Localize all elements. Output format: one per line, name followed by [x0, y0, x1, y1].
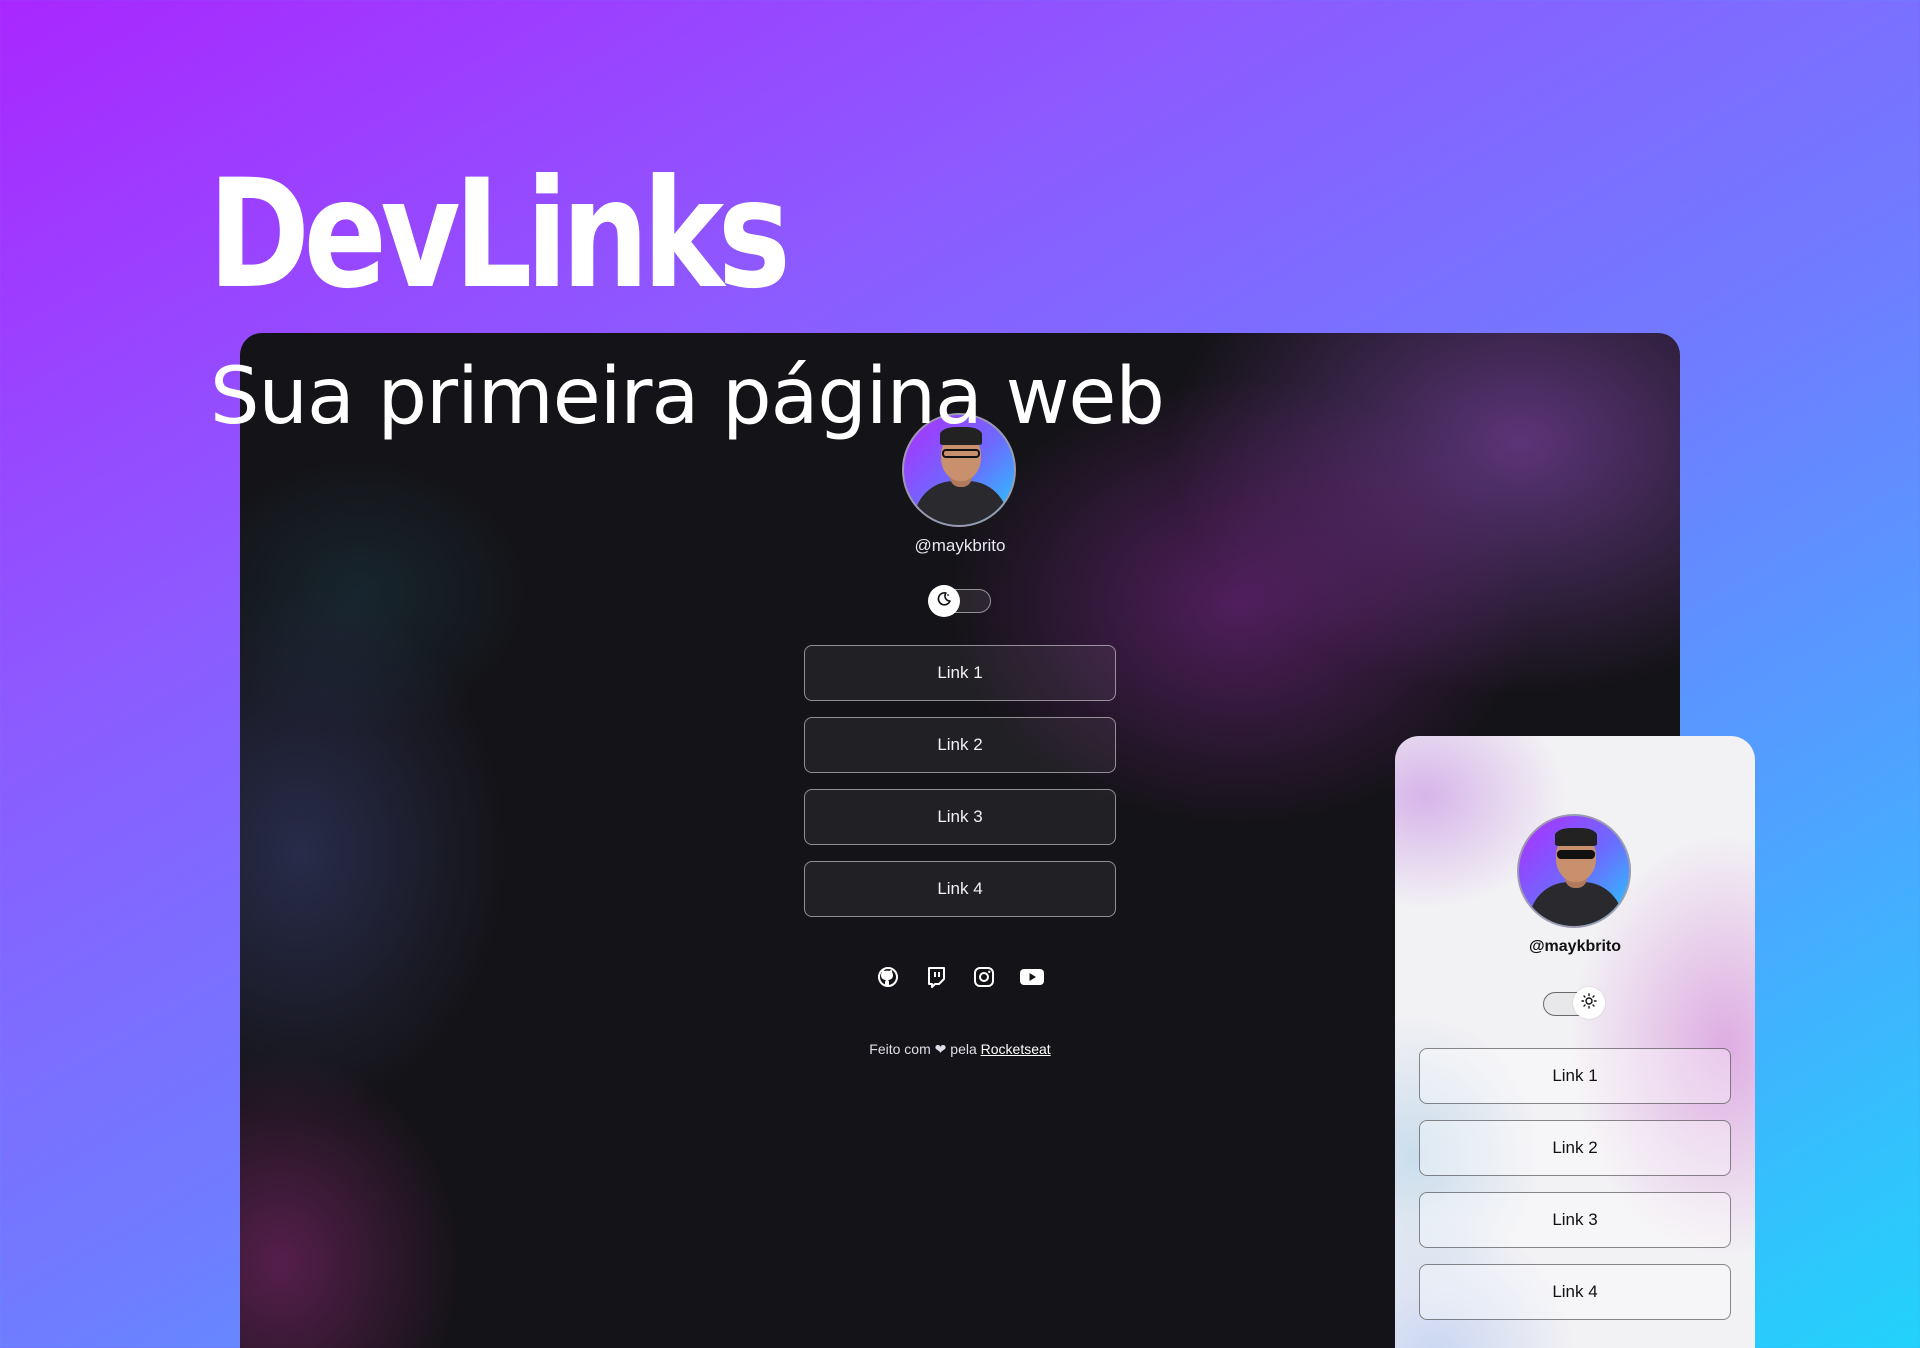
- toggle-knob: [1573, 987, 1605, 1019]
- theme-toggle[interactable]: [928, 585, 991, 617]
- footer-prefix: Feito com: [869, 1041, 931, 1057]
- theme-toggle[interactable]: [1543, 987, 1605, 1019]
- username: @maykbrito: [1528, 938, 1622, 955]
- footer: Feito com ❤ pela Rocketseat: [760, 1041, 1160, 1058]
- toggle-knob: [928, 585, 960, 617]
- link-button-2[interactable]: Link 2: [804, 717, 1116, 773]
- link-button-3[interactable]: Link 3: [1419, 1192, 1731, 1248]
- github-icon[interactable]: [874, 963, 902, 991]
- username: @maykbrito: [914, 536, 1006, 555]
- link-button-2[interactable]: Link 2: [1419, 1120, 1731, 1176]
- link-button-4[interactable]: Link 4: [1419, 1264, 1731, 1320]
- rocketseat-link[interactable]: Rocketseat: [981, 1041, 1051, 1057]
- avatar: [1517, 814, 1631, 928]
- social-links: [874, 963, 1046, 991]
- footer-middle: pela: [950, 1041, 977, 1057]
- light-mode-preview: @maykbrito Link 1 Link 2 Link 3 Link 4: [1395, 736, 1755, 1348]
- heart-icon: ❤: [934, 1041, 947, 1057]
- link-button-3[interactable]: Link 3: [804, 789, 1116, 845]
- hero-title: DevLinks: [208, 148, 791, 322]
- sun-icon: [1581, 992, 1597, 1014]
- instagram-icon[interactable]: [970, 963, 998, 991]
- link-button-1[interactable]: Link 1: [1419, 1048, 1731, 1104]
- moon-icon: [936, 591, 952, 612]
- hero-subtitle: Sua primeira página web: [210, 352, 1165, 442]
- twitch-icon[interactable]: [922, 963, 950, 991]
- link-button-1[interactable]: Link 1: [804, 645, 1116, 701]
- link-button-4[interactable]: Link 4: [804, 861, 1116, 917]
- youtube-icon[interactable]: [1018, 963, 1046, 991]
